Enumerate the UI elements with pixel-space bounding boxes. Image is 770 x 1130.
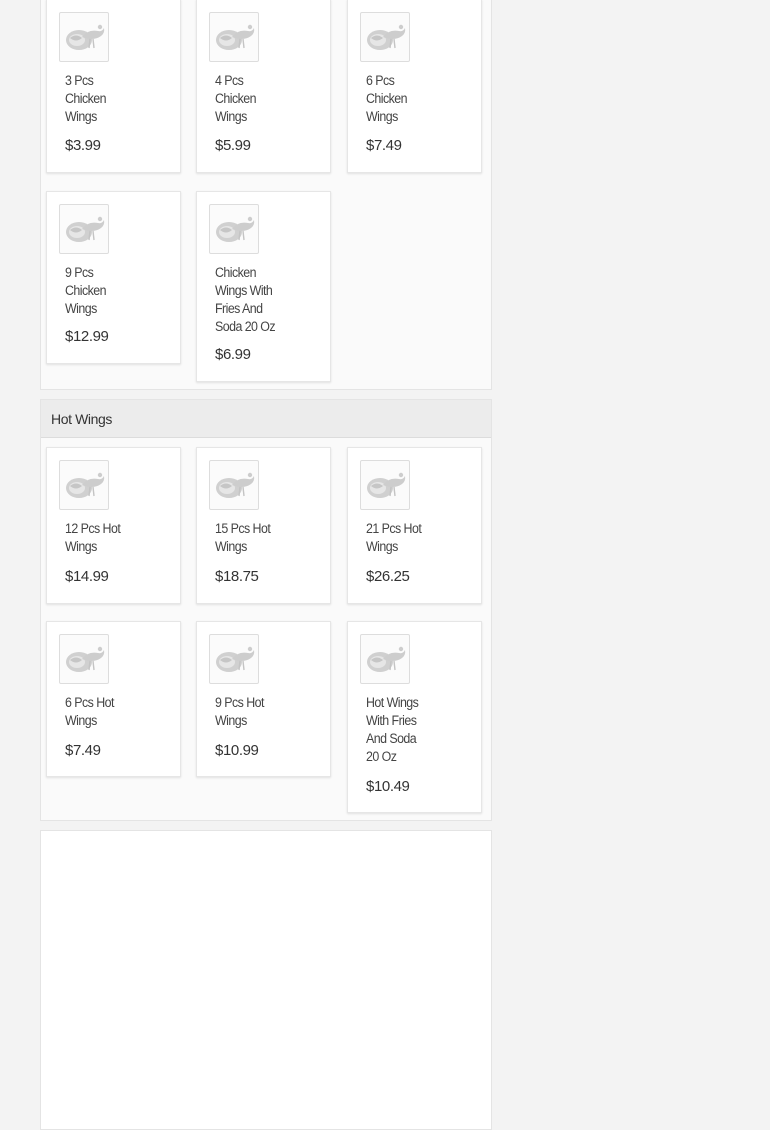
menu-item-name: 12 Pcs Hot Wings: [65, 521, 121, 554]
menu-item-card[interactable]: Chicken Wings With Fries And Soda 20 Oz …: [196, 191, 331, 382]
section-title: Hot Wings: [41, 400, 491, 438]
menu-item-price: $12.99: [65, 328, 109, 345]
menu-item-price: $7.49: [65, 742, 101, 759]
menu-item-card[interactable]: 15 Pcs Hot Wings $18.75: [196, 447, 331, 604]
menu-item-price: $3.99: [65, 137, 101, 154]
chicken-icon: [59, 204, 109, 254]
chicken-icon: [360, 12, 410, 62]
menu-item-card[interactable]: 3 Pcs Chicken Wings $3.99: [46, 0, 181, 173]
menu-item-card[interactable]: 21 Pcs Hot Wings $26.25: [347, 447, 482, 604]
menu-item-name: 6 Pcs Hot Wings: [65, 695, 114, 728]
menu-item-name: 6 Pcs Chicken Wings: [366, 73, 408, 124]
menu-item-name: 21 Pcs Hot Wings: [366, 521, 422, 554]
chicken-icon: [209, 460, 259, 510]
menu-item-price: $6.99: [215, 346, 251, 363]
menu-item-name: 4 Pcs Chicken Wings: [215, 73, 257, 124]
menu-item-card[interactable]: 6 Pcs Hot Wings $7.49: [46, 621, 181, 777]
menu-item-name: 9 Pcs Hot Wings: [215, 695, 264, 728]
empty-panel: [40, 830, 492, 1130]
menu-item-price: $7.49: [366, 137, 402, 154]
menu-section-panel: 3 Pcs Chicken Wings $3.99 4 Pcs Chicken …: [40, 0, 492, 390]
chicken-icon: [59, 460, 109, 510]
menu-item-price: $18.75: [215, 568, 259, 585]
chicken-icon: [59, 634, 109, 684]
menu-item-name: 15 Pcs Hot Wings: [215, 521, 271, 554]
menu-item-price: $5.99: [215, 137, 251, 154]
menu-item-name: 9 Pcs Chicken Wings: [65, 265, 107, 316]
menu-item-card[interactable]: 9 Pcs Chicken Wings $12.99: [46, 191, 181, 364]
menu-item-card[interactable]: 12 Pcs Hot Wings $14.99: [46, 447, 181, 604]
menu-item-card[interactable]: 4 Pcs Chicken Wings $5.99: [196, 0, 331, 173]
chicken-icon: [360, 634, 410, 684]
menu-section-panel: Hot Wings 12 Pcs Hot Wings $14.99 15 Pcs…: [40, 399, 492, 821]
menu-item-card[interactable]: 9 Pcs Hot Wings $10.99: [196, 621, 331, 777]
menu-item-name: 3 Pcs Chicken Wings: [65, 73, 107, 124]
menu-item-card[interactable]: 6 Pcs Chicken Wings $7.49: [347, 0, 482, 173]
chicken-icon: [360, 460, 410, 510]
menu-item-name: Hot Wings With Fries And Soda 20 Oz: [366, 695, 419, 764]
chicken-icon: [59, 12, 109, 62]
chicken-icon: [209, 204, 259, 254]
menu-item-card[interactable]: Hot Wings With Fries And Soda 20 Oz $10.…: [347, 621, 482, 813]
menu-item-name: Chicken Wings With Fries And Soda 20 Oz: [215, 265, 276, 334]
menu-item-price: $26.25: [366, 568, 410, 585]
chicken-icon: [209, 12, 259, 62]
menu-item-price: $10.99: [215, 742, 259, 759]
menu-item-price: $14.99: [65, 568, 109, 585]
chicken-icon: [209, 634, 259, 684]
menu-item-price: $10.49: [366, 778, 410, 795]
